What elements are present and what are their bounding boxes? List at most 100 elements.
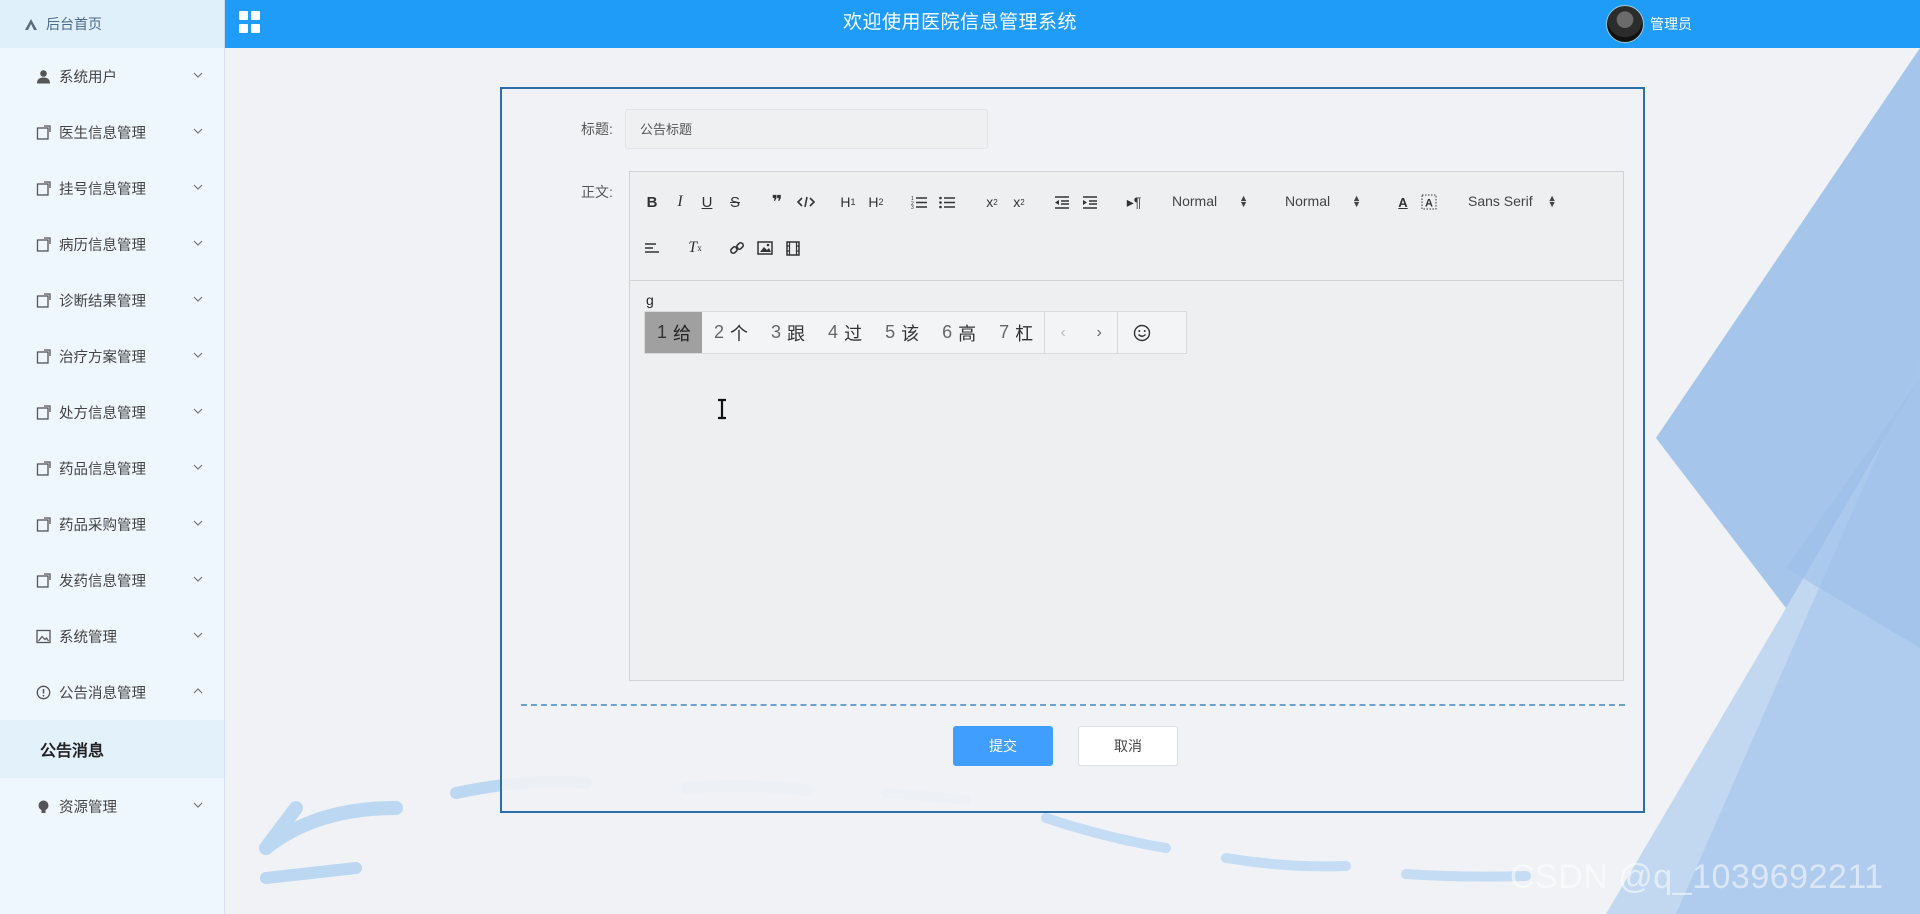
superscript-icon[interactable]: x2 xyxy=(1009,191,1029,213)
link-icon[interactable] xyxy=(728,237,746,259)
ime-candidate-bar: 1给2个3跟4过5该6高7杠 ‹ › xyxy=(644,311,1187,354)
top-header: 后台首页 欢迎使用医院信息管理系统 管理员 xyxy=(0,0,1920,48)
chevron-down-icon xyxy=(193,70,203,80)
chevron-down-icon xyxy=(193,518,203,528)
user-name: 管理员 xyxy=(1650,16,1692,32)
chevron-down-icon xyxy=(193,800,203,810)
outdent-icon[interactable] xyxy=(1053,191,1071,213)
ime-candidate-text: 过 xyxy=(844,323,863,344)
italic-icon[interactable]: I xyxy=(671,191,689,213)
bullet-list-icon[interactable] xyxy=(938,191,956,213)
rich-text-editor xyxy=(629,171,1624,681)
sidebar-subitem-notice[interactable]: 公告消息 xyxy=(0,720,224,778)
chevron-up-icon xyxy=(193,686,203,696)
ime-prev-icon[interactable]: ‹ xyxy=(1045,312,1081,353)
text-direction-icon[interactable]: ▸¶ xyxy=(1124,191,1144,213)
header2-icon[interactable]: H2 xyxy=(866,191,886,213)
ime-candidate-text: 高 xyxy=(958,323,977,344)
image-icon xyxy=(35,628,51,644)
sidebar-item[interactable]: 发药信息管理 xyxy=(0,552,224,608)
cancel-button[interactable]: 取消 xyxy=(1078,726,1178,766)
sidebar-item[interactable]: 公告消息管理 xyxy=(0,664,224,720)
ime-next-icon[interactable]: › xyxy=(1081,312,1117,353)
ime-candidate-text: 个 xyxy=(730,323,749,344)
ime-candidate[interactable]: 4过 xyxy=(816,312,873,353)
blockquote-icon[interactable]: ❞ xyxy=(768,191,786,213)
ime-candidate[interactable]: 6高 xyxy=(930,312,987,353)
subscript-icon[interactable]: x2 xyxy=(982,191,1002,213)
user-menu[interactable]: 管理员 xyxy=(1606,5,1692,43)
chevron-down-icon xyxy=(193,630,203,640)
sidebar-item[interactable]: 治疗方案管理 xyxy=(0,328,224,384)
sidebar-item[interactable]: 病历信息管理 xyxy=(0,216,224,272)
select-arrows-icon: ▲ ▼ xyxy=(1547,193,1557,209)
ime-candidate[interactable]: 2个 xyxy=(702,312,759,353)
ime-candidate-text: 杠 xyxy=(1015,323,1034,344)
ime-candidate-number: 2 xyxy=(714,322,725,342)
chevron-down-icon xyxy=(193,126,203,136)
image-icon[interactable] xyxy=(756,237,774,259)
title-label: 标题: xyxy=(581,121,613,137)
sidebar-item-label: 系统用户 xyxy=(59,69,117,86)
sidebar-item[interactable]: 药品信息管理 xyxy=(0,440,224,496)
font-select[interactable]: Sans Serif ▲ ▼ xyxy=(1468,190,1564,212)
svg-text:3: 3 xyxy=(911,205,914,209)
ime-candidate-number: 3 xyxy=(771,322,782,342)
header1-icon[interactable]: H1 xyxy=(838,191,858,213)
text-color-icon[interactable]: A xyxy=(1394,191,1412,213)
sidebar-item[interactable]: 诊断结果管理 xyxy=(0,272,224,328)
ime-candidate[interactable]: 1给 xyxy=(645,312,703,353)
doc-icon xyxy=(35,236,51,252)
ime-candidate[interactable]: 7杠 xyxy=(987,312,1044,353)
ime-emoji-icon[interactable] xyxy=(1118,312,1166,353)
chevron-down-icon xyxy=(193,350,203,360)
sidebar-item[interactable]: 挂号信息管理 xyxy=(0,160,224,216)
sidebar-item[interactable]: 资源管理 xyxy=(0,778,224,834)
sidebar-item-label: 药品信息管理 xyxy=(59,461,146,478)
brand-home-label: 后台首页 xyxy=(46,16,102,32)
editor-typed-text[interactable]: g xyxy=(646,292,654,308)
strike-icon[interactable]: S xyxy=(726,191,744,213)
form-divider xyxy=(521,704,1625,706)
sidebar-item[interactable]: 医生信息管理 xyxy=(0,104,224,160)
header-select[interactable]: Normal ▲ ▼ xyxy=(1172,190,1258,212)
sidebar-item-label: 医生信息管理 xyxy=(59,125,146,142)
indent-icon[interactable] xyxy=(1081,191,1099,213)
menu-toggle-grid-icon[interactable] xyxy=(239,11,261,33)
bold-icon[interactable]: B xyxy=(643,191,661,213)
ime-candidate[interactable]: 5该 xyxy=(873,312,930,353)
body-label: 正文: xyxy=(581,184,613,200)
ime-candidate-text: 该 xyxy=(901,323,920,344)
brand-home-link[interactable]: 后台首页 xyxy=(0,0,225,48)
align-icon[interactable] xyxy=(643,237,661,259)
ordered-list-icon[interactable]: 123 xyxy=(910,191,928,213)
ime-candidate-text: 给 xyxy=(673,323,692,344)
doc-icon xyxy=(35,572,51,588)
avatar xyxy=(1606,5,1644,43)
sidebar-item-label: 诊断结果管理 xyxy=(59,293,146,310)
title-input[interactable] xyxy=(625,109,988,149)
sidebar-item-label: 治疗方案管理 xyxy=(59,349,146,366)
video-icon[interactable] xyxy=(784,237,802,259)
size-select[interactable]: Normal ▲ ▼ xyxy=(1285,190,1371,212)
sidebar-item[interactable]: 处方信息管理 xyxy=(0,384,224,440)
chevron-down-icon xyxy=(193,294,203,304)
submit-button[interactable]: 提交 xyxy=(953,726,1053,766)
ime-candidate-number: 1 xyxy=(657,322,668,342)
sidebar-item-label: 系统管理 xyxy=(59,629,117,646)
ime-candidate-number: 5 xyxy=(885,322,896,342)
sidebar-item[interactable]: 系统管理 xyxy=(0,608,224,664)
code-block-icon[interactable] xyxy=(796,191,816,213)
underline-icon[interactable]: U xyxy=(698,191,716,213)
ime-candidate[interactable]: 3跟 xyxy=(759,312,816,353)
chevron-down-icon xyxy=(193,574,203,584)
ime-candidate-text: 跟 xyxy=(787,323,806,344)
background-color-icon[interactable]: A xyxy=(1420,191,1438,213)
sidebar-item[interactable]: 系统用户 xyxy=(0,48,224,104)
clear-format-icon[interactable]: Tx xyxy=(685,237,705,259)
font-select-value: Sans Serif xyxy=(1468,193,1533,209)
sidebar-item[interactable]: 药品采购管理 xyxy=(0,496,224,552)
select-arrows-icon: ▲ ▼ xyxy=(1239,193,1249,209)
editor-toolbar xyxy=(630,172,1623,281)
user-icon xyxy=(35,68,51,84)
